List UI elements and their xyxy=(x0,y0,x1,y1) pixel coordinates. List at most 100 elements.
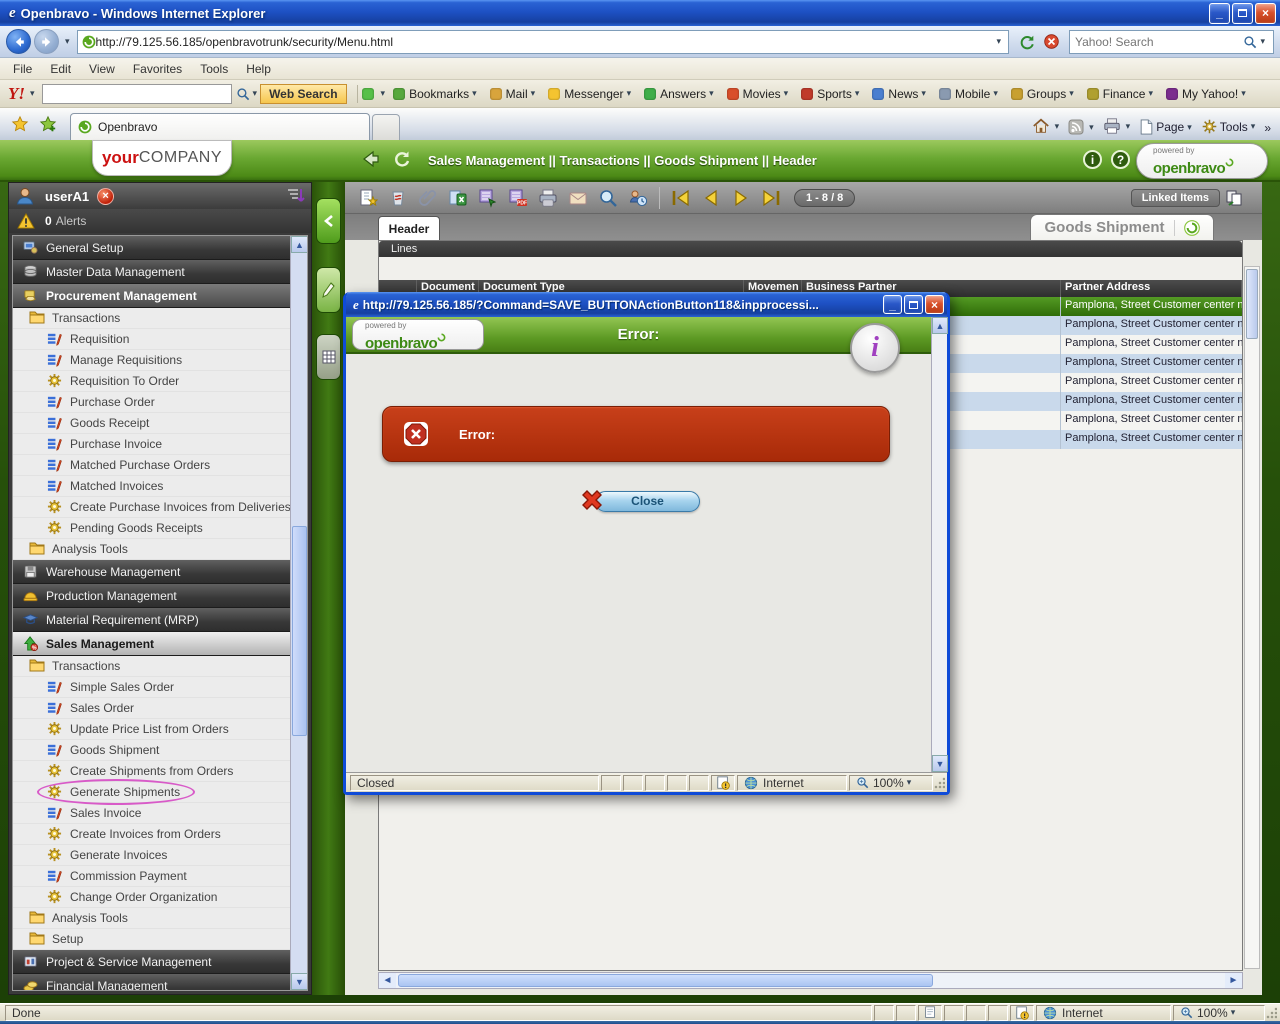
sidebar-item-purchase-invoice[interactable]: Purchase Invoice xyxy=(13,434,290,455)
dialog-titlebar[interactable]: e http://79.125.56.185/?Command=SAVE_BUT… xyxy=(346,292,947,317)
yahoo-logo[interactable]: Y! xyxy=(8,84,25,104)
previous-record-button[interactable] xyxy=(698,185,724,211)
horizontal-scrollbar[interactable]: ◄ ► xyxy=(378,972,1243,989)
sidebar-item-procurement-management[interactable]: Procurement Management xyxy=(13,284,290,308)
sidebar-item-master-data-management[interactable]: Master Data Management xyxy=(13,260,290,284)
sidebar-item-goods-receipt[interactable]: Goods Receipt xyxy=(13,413,290,434)
menu-help[interactable]: Help xyxy=(237,60,280,78)
add-favorite-icon[interactable] xyxy=(36,112,60,136)
search-button[interactable] xyxy=(595,185,621,211)
attachment-button[interactable] xyxy=(415,185,441,211)
tab-lines[interactable]: Lines xyxy=(379,241,1242,257)
rss-button[interactable]: ▾ xyxy=(1068,119,1097,135)
dialog-minimize-button[interactable]: _ xyxy=(883,295,902,314)
avatar-dropdown-icon[interactable]: ▾ xyxy=(381,88,386,99)
nav-back-icon[interactable] xyxy=(360,149,382,172)
privacy-alert-icon[interactable] xyxy=(1010,1004,1034,1021)
menu-file[interactable]: File xyxy=(4,60,41,78)
dialog-zoom-control[interactable]: 100% ▾ xyxy=(849,774,933,791)
sidebar-item-change-order-organization[interactable]: Change Order Organization xyxy=(13,887,290,908)
scroll-down-icon[interactable]: ▼ xyxy=(291,973,307,990)
page-button[interactable]: Page ▾ xyxy=(1139,119,1195,135)
sidebar-item-manage-requisitions[interactable]: Manage Requisitions xyxy=(13,350,290,371)
resize-grip[interactable] xyxy=(1265,1005,1277,1020)
collapse-sidebar-button[interactable] xyxy=(316,198,341,244)
sidebar-item-create-invoices-from-orders[interactable]: Create Invoices from Orders xyxy=(13,824,290,845)
address-field[interactable]: ▾ xyxy=(76,29,1009,54)
sidebar-item-sales-management[interactable]: % Sales Management xyxy=(13,632,290,656)
next-record-button[interactable] xyxy=(728,185,754,211)
scroll-down-icon[interactable]: ▼ xyxy=(932,755,948,772)
linked-items-button[interactable]: Linked Items xyxy=(1130,188,1244,208)
sidebar-item-commission-payment[interactable]: Commission Payment xyxy=(13,866,290,887)
toolbar-overflow-chevron[interactable]: » xyxy=(1264,121,1271,135)
nav-refresh-icon[interactable] xyxy=(392,149,412,172)
sidebar-item-analysis-tools[interactable]: Analysis Tools xyxy=(13,539,290,560)
sidebar-item-purchase-order[interactable]: Purchase Order xyxy=(13,392,290,413)
yahoo-item-messenger[interactable]: Messenger ▾ xyxy=(545,85,637,103)
collapse-menu-icon[interactable] xyxy=(285,186,305,206)
resize-grip[interactable] xyxy=(933,775,945,790)
sidebar-item-update-price-list-from-orders[interactable]: Update Price List from Orders xyxy=(13,719,290,740)
search-dropdown-icon[interactable]: ▾ xyxy=(1260,36,1265,47)
favorites-star-icon[interactable] xyxy=(8,112,32,136)
menu-tools[interactable]: Tools xyxy=(191,60,237,78)
sidebar-item-generate-invoices[interactable]: Generate Invoices xyxy=(13,845,290,866)
yahoo-item-groups[interactable]: Groups ▾ xyxy=(1008,85,1080,103)
minimize-button[interactable]: _ xyxy=(1209,2,1230,24)
web-search-button[interactable]: Web Search xyxy=(260,83,347,104)
zoom-control[interactable]: 100% ▾ xyxy=(1173,1004,1265,1021)
sidebar-item-requisition-to-order[interactable]: Requisition To Order xyxy=(13,371,290,392)
zoom-dropdown-icon[interactable]: ▾ xyxy=(907,777,912,788)
scroll-up-icon[interactable]: ▲ xyxy=(932,317,948,334)
address-dropdown-icon[interactable]: ▾ xyxy=(996,36,1001,47)
refresh-button[interactable] xyxy=(1015,30,1039,54)
sidebar-item-matched-purchase-orders[interactable]: Matched Purchase Orders xyxy=(13,455,290,476)
sidebar-item-analysis-tools[interactable]: Analysis Tools xyxy=(13,908,290,929)
sidebar-item-warehouse-management[interactable]: Warehouse Management xyxy=(13,560,290,584)
sidebar-item-transactions[interactable]: Transactions xyxy=(13,656,290,677)
logout-icon[interactable]: × xyxy=(97,187,115,205)
edit-mode-button[interactable] xyxy=(316,267,341,313)
yahoo-item-news[interactable]: News ▾ xyxy=(869,85,932,103)
yahoo-item-finance[interactable]: Finance ▾ xyxy=(1084,85,1159,103)
yahoo-item-sports[interactable]: Sports ▾ xyxy=(798,85,865,103)
sidebar-item-create-shipments-from-orders[interactable]: Create Shipments from Orders xyxy=(13,761,290,782)
alerts-bar[interactable]: 0 Alerts xyxy=(9,209,311,233)
sidebar-item-pending-goods-receipts[interactable]: Pending Goods Receipts xyxy=(13,518,290,539)
sidebar-item-create-purchase-invoices-from-deliveries[interactable]: Create Purchase Invoices from Deliveries xyxy=(13,497,291,518)
export-pdf-button[interactable]: PDF xyxy=(505,185,531,211)
url-input[interactable] xyxy=(95,34,994,49)
print-button[interactable]: ▾ xyxy=(1103,117,1134,135)
privacy-alert-icon[interactable] xyxy=(711,774,735,791)
sidebar-item-general-setup[interactable]: General Setup xyxy=(13,236,290,260)
search-icon[interactable] xyxy=(1243,35,1257,49)
yahoo-item-bookmarks[interactable]: Bookmarks ▾ xyxy=(390,85,483,103)
sidebar-item-material-requirement-mrp[interactable]: Material Requirement (MRP) xyxy=(13,608,290,632)
info-icon[interactable]: i xyxy=(1083,150,1102,169)
sidebar-item-sales-invoice[interactable]: Sales Invoice xyxy=(13,803,290,824)
forward-button[interactable] xyxy=(34,29,59,54)
scroll-up-icon[interactable]: ▲ xyxy=(291,236,307,253)
yahoo-item-mail[interactable]: Mail ▾ xyxy=(487,85,542,103)
dialog-close-action-button[interactable]: Close xyxy=(595,490,700,512)
scroll-thumb[interactable] xyxy=(292,526,307,736)
window-title-tab[interactable]: Goods Shipment xyxy=(1030,214,1214,240)
grid-mode-button[interactable] xyxy=(316,334,341,380)
print-button[interactable] xyxy=(535,185,561,211)
help-icon[interactable]: ? xyxy=(1111,150,1130,169)
tools-button[interactable]: Tools ▾ xyxy=(1201,118,1259,135)
last-record-button[interactable] xyxy=(758,185,784,211)
menu-favorites[interactable]: Favorites xyxy=(124,60,191,78)
zoom-dropdown-icon[interactable]: ▾ xyxy=(1231,1007,1236,1018)
dialog-maximize-button[interactable] xyxy=(904,295,923,314)
sidebar-item-simple-sales-order[interactable]: Simple Sales Order xyxy=(13,677,290,698)
maximize-button[interactable] xyxy=(1232,2,1253,24)
avatar-icon[interactable] xyxy=(361,87,374,100)
history-dropdown-icon[interactable]: ▾ xyxy=(65,36,70,47)
sidebar-item-project-service-management[interactable]: Project & Service Management xyxy=(13,950,290,974)
magnifier-icon[interactable] xyxy=(236,87,250,101)
sidebar-item-generate-shipments[interactable]: Generate Shipments xyxy=(13,779,290,805)
window-titlebar[interactable]: e Openbravo - Windows Internet Explorer … xyxy=(0,0,1280,26)
menu-view[interactable]: View xyxy=(80,60,124,78)
